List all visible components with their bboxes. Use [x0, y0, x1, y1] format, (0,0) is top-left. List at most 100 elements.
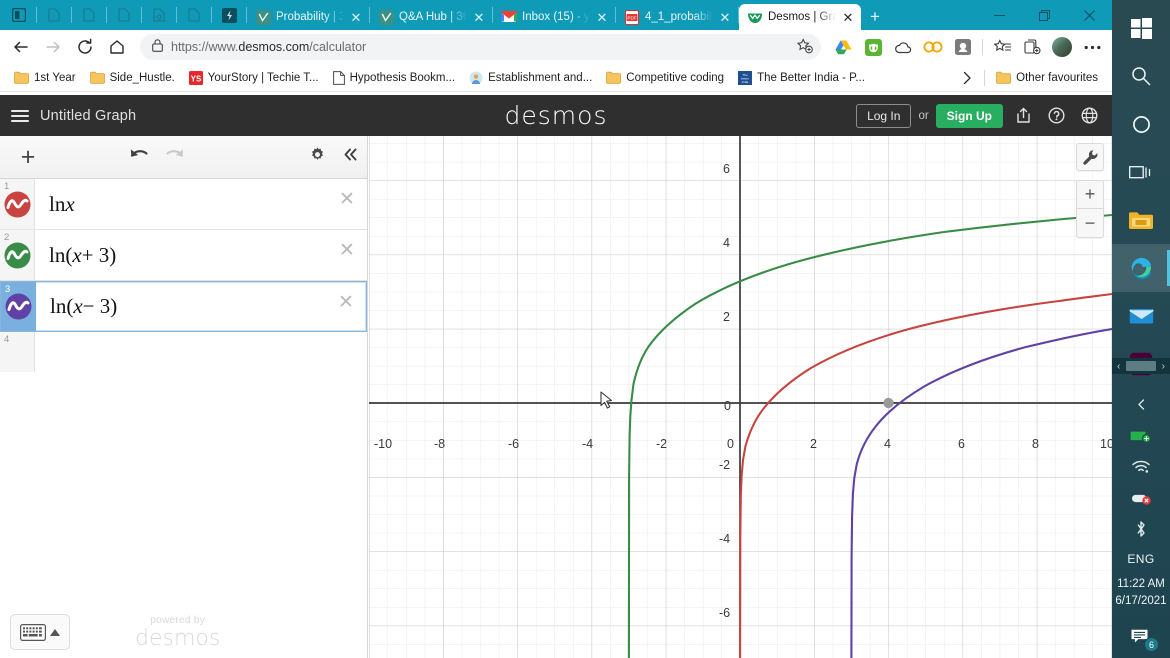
microsoft-edge-icon[interactable] [1112, 244, 1170, 292]
start-icon[interactable] [1112, 4, 1170, 52]
expression-math[interactable]: ln x [35, 179, 327, 229]
delete-expression-button[interactable]: ✕ [327, 230, 367, 280]
home-button[interactable] [102, 33, 132, 61]
curve-style-icon[interactable] [4, 242, 31, 269]
scroll-right-icon[interactable]: › [1162, 361, 1165, 372]
evernote-icon[interactable] [859, 33, 887, 61]
zoom-out-button[interactable]: − [1077, 209, 1103, 237]
wifi-icon[interactable] [1112, 451, 1170, 482]
back-button[interactable] [6, 33, 36, 61]
page-icon-2[interactable] [72, 0, 106, 30]
tab-actions-icon[interactable] [2, 0, 36, 30]
page-icon-4[interactable] [142, 0, 176, 30]
browser-tab-1[interactable]: Probability | 36 ✕ [247, 4, 369, 30]
bookmark-1st-year[interactable]: 1st Year [8, 68, 82, 87]
profile-avatar[interactable] [1048, 33, 1076, 61]
sign-up-button[interactable]: Sign Up [935, 103, 1003, 128]
wrench-icon[interactable] [1076, 143, 1104, 171]
expression-row-1[interactable]: 1 ln x ✕ [0, 179, 367, 230]
tray-expand-chevron-icon[interactable] [1112, 388, 1170, 420]
google-drive-icon[interactable] [829, 33, 857, 61]
keyboard-toggle-button[interactable] [10, 614, 70, 650]
address-bar[interactable]: https://www.desmos.com/calculator [140, 34, 821, 60]
bluetooth-icon[interactable] [1112, 513, 1170, 544]
browser-tab-3[interactable]: Inbox (15) - yu ✕ [493, 4, 615, 30]
curve-style-icon[interactable] [4, 191, 31, 218]
bookmark-better-india[interactable]: The better india The Better India - P... [732, 68, 871, 88]
search-icon[interactable] [1112, 52, 1170, 100]
help-icon[interactable] [1043, 103, 1069, 129]
minimize-button[interactable] [977, 0, 1022, 30]
undo-icon[interactable] [128, 146, 151, 169]
task-view-icon[interactable] [1112, 148, 1170, 196]
delete-expression-button[interactable]: ✕ [327, 179, 367, 229]
battery-icon[interactable] [1112, 420, 1170, 451]
expression-color-tab[interactable]: 4 [0, 332, 35, 372]
language-icon[interactable] [1076, 103, 1102, 129]
reload-button[interactable] [70, 33, 100, 61]
close-icon[interactable]: ✕ [595, 10, 609, 24]
expression-color-tab[interactable]: 2 [0, 230, 35, 280]
redo-icon[interactable] [163, 146, 186, 169]
pocket-icon[interactable] [949, 33, 977, 61]
bookmark-hypothesis[interactable]: Hypothesis Bookm... [327, 68, 461, 88]
add-favorite-icon[interactable] [796, 37, 813, 57]
page-icon-1[interactable] [37, 0, 71, 30]
mail-icon[interactable] [1112, 292, 1170, 340]
close-icon[interactable]: ✕ [841, 10, 855, 24]
coursera-icon[interactable] [919, 33, 947, 61]
cortana-icon[interactable] [1112, 100, 1170, 148]
scroll-left-icon[interactable]: ‹ [1117, 361, 1120, 372]
expression-row-2[interactable]: 2 ln(x + 3) ✕ [0, 230, 367, 281]
browser-tab-4[interactable]: PDF 4_1_probability ✕ [616, 4, 738, 30]
scrollbar-thumb[interactable] [1126, 361, 1156, 371]
expression-row-3[interactable]: 3 ln(x − 3) ✕ [0, 281, 367, 332]
expression-color-tab[interactable]: 1 [0, 179, 35, 229]
settings-more-icon[interactable] [1078, 33, 1106, 61]
expr-var: x [72, 242, 82, 267]
clock[interactable]: 11:22 AM 6/17/2021 [1112, 574, 1170, 614]
graph-canvas[interactable]: -10 -8 -6 -4 -2 0 2 4 6 8 10 6 4 2 0 -2 … [369, 136, 1112, 658]
share-icon[interactable] [1010, 103, 1036, 129]
bookmark-yourstory[interactable]: YS YourStory | Techie T... [183, 68, 325, 88]
close-icon[interactable]: ✕ [472, 10, 486, 24]
browser-tab-5-active[interactable]: Desmos | Grap ✕ [739, 4, 861, 30]
add-expression-button[interactable]: + [0, 136, 56, 179]
page-icon-3[interactable] [107, 0, 141, 30]
page-icon-5[interactable] [177, 0, 211, 30]
language-indicator[interactable]: ENG [1112, 544, 1170, 574]
delete-expression-button[interactable]: ✕ [326, 282, 366, 331]
hamburger-icon[interactable] [0, 95, 40, 136]
taskbar-scrollbar[interactable]: ‹ › [1112, 358, 1170, 374]
bookmarks-overflow-chevron-right-icon[interactable] [956, 68, 979, 88]
expression-color-tab[interactable]: 3 [1, 282, 36, 331]
flash-icon[interactable] [212, 0, 246, 30]
collapse-panel-button[interactable] [342, 146, 359, 168]
file-explorer-icon[interactable] [1112, 196, 1170, 244]
onedrive-icon[interactable] [889, 33, 917, 61]
graph-title[interactable]: Untitled Graph [40, 108, 136, 124]
browser-tab-2[interactable]: Q&A Hub | 36 ✕ [370, 4, 492, 30]
curve-style-icon[interactable] [5, 293, 32, 320]
other-favourites-button[interactable]: Other favourites [990, 68, 1104, 87]
expression-row-4-empty[interactable]: 4 [0, 332, 367, 372]
volume-muted-icon[interactable] [1112, 482, 1170, 513]
bookmark-competitive-coding[interactable]: Competitive coding [600, 68, 730, 87]
collections-icon[interactable] [1018, 33, 1046, 61]
forward-button[interactable] [38, 33, 68, 61]
gear-icon[interactable] [309, 146, 326, 168]
close-icon[interactable]: ✕ [349, 10, 363, 24]
expression-math[interactable]: ln(x + 3) [35, 230, 327, 280]
expression-math[interactable] [35, 332, 367, 372]
maximize-button[interactable] [1022, 0, 1067, 30]
bookmark-side-hustle[interactable]: Side_Hustle. [84, 68, 181, 87]
favorites-icon[interactable] [988, 33, 1016, 61]
new-tab-button[interactable]: + [861, 4, 889, 30]
close-button[interactable] [1067, 0, 1112, 30]
zoom-in-button[interactable]: + [1077, 181, 1103, 209]
log-in-button[interactable]: Log In [856, 103, 912, 128]
notification-center-button[interactable]: 6 [1112, 614, 1170, 658]
expression-math[interactable]: ln(x − 3) [36, 282, 326, 331]
close-icon[interactable]: ✕ [718, 10, 732, 24]
bookmark-establishment[interactable]: Establishment and... [463, 68, 598, 88]
